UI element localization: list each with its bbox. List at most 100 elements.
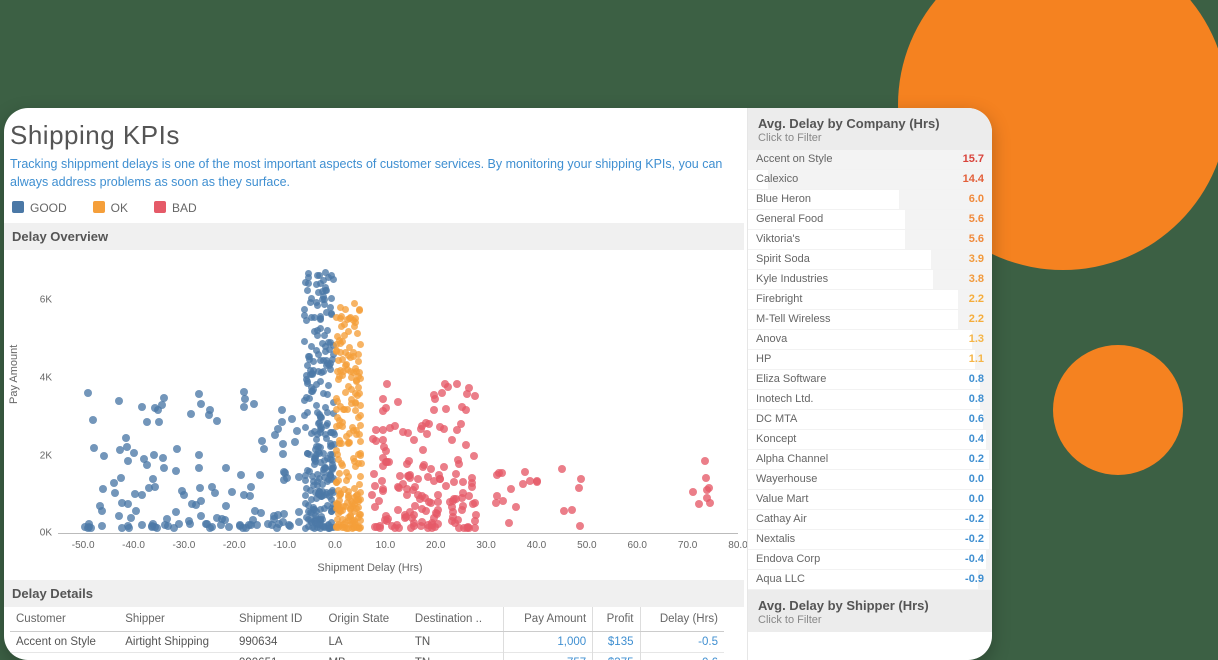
data-point[interactable]	[222, 464, 230, 472]
data-point[interactable]	[195, 451, 203, 459]
data-point[interactable]	[306, 395, 313, 402]
company-bar-row[interactable]: Endova Corp-0.4	[748, 550, 992, 570]
data-point[interactable]	[419, 446, 427, 454]
data-point[interactable]	[333, 524, 340, 531]
data-point[interactable]	[345, 488, 352, 495]
data-point[interactable]	[302, 477, 309, 484]
company-bar-row[interactable]: DC MTA0.6	[748, 410, 992, 430]
data-point[interactable]	[335, 376, 342, 383]
data-point[interactable]	[357, 438, 364, 445]
data-point[interactable]	[151, 483, 159, 491]
data-point[interactable]	[278, 418, 286, 426]
data-point[interactable]	[376, 522, 384, 530]
data-point[interactable]	[351, 458, 358, 465]
data-point[interactable]	[127, 514, 135, 522]
data-point[interactable]	[403, 460, 411, 468]
data-point[interactable]	[414, 475, 422, 483]
data-point[interactable]	[395, 484, 403, 492]
data-point[interactable]	[320, 450, 327, 457]
data-point[interactable]	[195, 390, 203, 398]
data-point[interactable]	[302, 424, 309, 431]
data-point[interactable]	[246, 492, 254, 500]
company-bar-row[interactable]: M-Tell Wireless2.2	[748, 310, 992, 330]
data-point[interactable]	[301, 338, 308, 345]
data-point[interactable]	[576, 522, 584, 530]
legend-good[interactable]: GOOD	[12, 201, 67, 215]
data-point[interactable]	[315, 289, 322, 296]
delay-overview-chart[interactable]: Pay Amount Shipment Delay (Hrs) -50.0-40…	[10, 254, 730, 574]
data-point[interactable]	[186, 520, 194, 528]
data-point[interactable]	[138, 403, 146, 411]
data-point[interactable]	[305, 274, 312, 281]
data-point[interactable]	[314, 478, 321, 485]
data-point[interactable]	[357, 402, 364, 409]
data-point[interactable]	[321, 457, 328, 464]
data-point[interactable]	[706, 499, 714, 507]
data-point[interactable]	[311, 461, 318, 468]
data-point[interactable]	[257, 509, 265, 517]
data-point[interactable]	[442, 405, 450, 413]
data-point[interactable]	[84, 389, 92, 397]
data-point[interactable]	[453, 426, 461, 434]
data-point[interactable]	[558, 465, 566, 473]
data-point[interactable]	[195, 464, 203, 472]
data-point[interactable]	[434, 498, 442, 506]
data-point[interactable]	[148, 523, 156, 531]
data-point[interactable]	[463, 390, 471, 398]
data-point[interactable]	[328, 429, 335, 436]
data-point[interactable]	[278, 406, 286, 414]
data-point[interactable]	[410, 436, 418, 444]
column-header[interactable]: Customer	[10, 607, 119, 632]
data-point[interactable]	[448, 436, 456, 444]
column-header[interactable]: Pay Amount	[504, 607, 593, 632]
column-header[interactable]: Profit	[593, 607, 640, 632]
delay-details-table[interactable]: CustomerShipperShipment IDOrigin StateDe…	[10, 607, 724, 660]
data-point[interactable]	[288, 415, 296, 423]
data-point[interactable]	[280, 510, 288, 518]
data-point[interactable]	[357, 473, 364, 480]
data-point[interactable]	[350, 353, 357, 360]
data-point[interactable]	[357, 375, 364, 382]
data-point[interactable]	[241, 395, 249, 403]
data-point[interactable]	[427, 465, 435, 473]
data-point[interactable]	[339, 462, 346, 469]
company-bar-row[interactable]: Value Mart0.0	[748, 490, 992, 510]
data-point[interactable]	[247, 483, 255, 491]
data-point[interactable]	[383, 380, 391, 388]
data-point[interactable]	[320, 368, 327, 375]
data-point[interactable]	[343, 477, 350, 484]
data-point[interactable]	[450, 478, 458, 486]
data-point[interactable]	[370, 470, 378, 478]
data-point[interactable]	[357, 341, 364, 348]
data-point[interactable]	[213, 417, 221, 425]
data-point[interactable]	[394, 398, 402, 406]
data-point[interactable]	[240, 388, 248, 396]
data-point[interactable]	[149, 475, 157, 483]
data-point[interactable]	[222, 502, 230, 510]
data-point[interactable]	[197, 512, 205, 520]
data-point[interactable]	[334, 414, 341, 421]
company-bar-row[interactable]: Anova1.3	[748, 330, 992, 350]
data-point[interactable]	[379, 436, 387, 444]
data-point[interactable]	[100, 452, 108, 460]
data-point[interactable]	[356, 307, 363, 314]
data-point[interactable]	[342, 306, 349, 313]
data-point[interactable]	[521, 468, 529, 476]
data-point[interactable]	[325, 382, 332, 389]
table-row[interactable]: 990651MBTN757$3750.6	[10, 653, 724, 660]
data-point[interactable]	[240, 403, 248, 411]
data-point[interactable]	[301, 306, 308, 313]
data-point[interactable]	[312, 446, 319, 453]
data-point[interactable]	[357, 412, 364, 419]
company-bar-row[interactable]: HP1.1	[748, 350, 992, 370]
company-bar-row[interactable]: Viktoria's5.6	[748, 230, 992, 250]
company-bar-row[interactable]: General Food5.6	[748, 210, 992, 230]
company-bar-row[interactable]: Wayerhouse0.0	[748, 470, 992, 490]
data-point[interactable]	[320, 277, 327, 284]
data-point[interactable]	[89, 416, 97, 424]
data-point[interactable]	[158, 401, 166, 409]
data-point[interactable]	[250, 400, 258, 408]
data-point[interactable]	[322, 269, 329, 276]
data-point[interactable]	[695, 500, 703, 508]
data-point[interactable]	[323, 287, 330, 294]
